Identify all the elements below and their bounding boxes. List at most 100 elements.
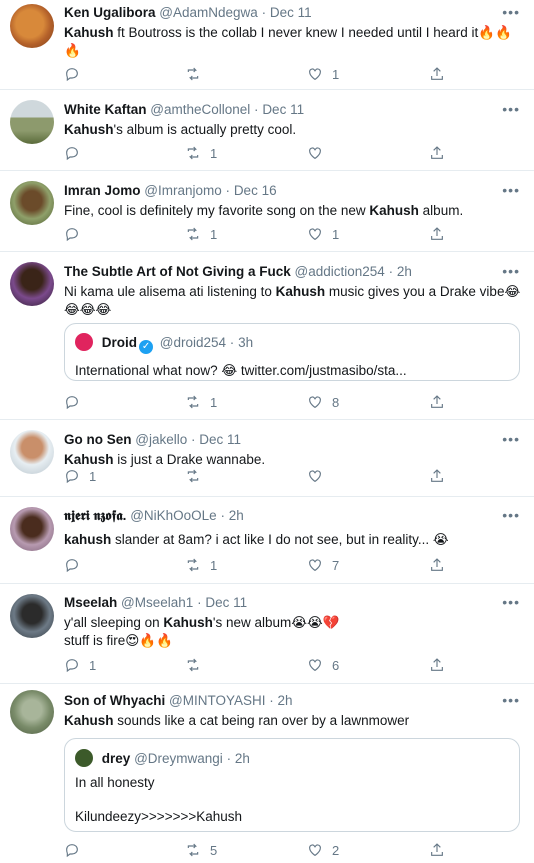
retweet-button[interactable]: 1 — [185, 145, 217, 161]
author-name[interactable]: Mseelah — [64, 595, 117, 610]
author-name[interactable]: White Kaftan — [64, 102, 147, 117]
more-icon[interactable]: ••• — [502, 182, 520, 198]
more-icon[interactable]: ••• — [502, 594, 520, 610]
timestamp[interactable]: 2h — [229, 508, 244, 523]
retweet-button[interactable] — [185, 468, 210, 484]
reply-button[interactable] — [64, 66, 89, 82]
tweet[interactable]: Mseelah @Mseelah1 · Dec 11 y'all sleepin… — [0, 584, 534, 684]
keyword[interactable]: Kahush — [369, 203, 419, 218]
timestamp[interactable]: Dec 11 — [199, 432, 241, 447]
like-button[interactable] — [307, 468, 332, 484]
author-handle[interactable]: @addiction254 — [295, 264, 385, 279]
reply-button[interactable] — [64, 145, 89, 161]
author-name[interactable]: Son of Whyachi — [64, 693, 165, 708]
share-button[interactable] — [429, 468, 445, 484]
share-button[interactable] — [429, 66, 445, 82]
keyword[interactable]: Kahush — [64, 452, 114, 467]
author-handle[interactable]: @Imranjomo — [144, 183, 221, 198]
author-handle[interactable]: @AdamNdegwa — [159, 5, 258, 20]
reply-button[interactable] — [64, 394, 89, 410]
keyword[interactable]: Kahush — [276, 284, 326, 299]
tweet-text: Ni kama ule alisema ati listening to Kah… — [64, 283, 522, 319]
more-icon[interactable]: ••• — [502, 263, 520, 279]
share-button[interactable] — [429, 657, 445, 673]
author-handle[interactable]: @amtheCollonel — [150, 102, 250, 117]
keyword[interactable]: Kahush — [64, 25, 114, 40]
timestamp[interactable]: 2h — [397, 264, 412, 279]
reply-button[interactable] — [64, 557, 89, 573]
timestamp[interactable]: Dec 11 — [205, 595, 247, 610]
tweet-text-part: music gives you a Drake vibe — [325, 284, 505, 299]
author-handle[interactable]: @NiKhOoOLe — [130, 508, 217, 523]
keyword[interactable]: Kahush — [64, 122, 114, 137]
author-handle[interactable]: @jakello — [135, 432, 187, 447]
reply-icon — [66, 844, 78, 858]
avatar[interactable] — [10, 690, 54, 734]
tweet[interactable]: Imran Jomo @Imranjomo · Dec 16 Fine, coo… — [0, 171, 534, 252]
tweet[interactable]: Go no Sen @jakello · Dec 11 Kahush is ju… — [0, 420, 534, 497]
more-icon[interactable]: ••• — [502, 4, 520, 20]
keyword[interactable]: Kahush — [163, 615, 213, 630]
like-button[interactable]: 7 — [307, 557, 339, 573]
separator-dot: · — [261, 5, 267, 20]
like-button[interactable] — [307, 145, 332, 161]
retweet-button[interactable]: 1 — [185, 394, 217, 410]
quoted-tweet[interactable]: drey @Dreymwangi · 2h In all honesty Kil… — [64, 738, 520, 832]
share-button[interactable] — [429, 557, 445, 573]
retweet-button[interactable]: 1 — [185, 226, 217, 242]
author-name[interactable]: Imran Jomo — [64, 183, 141, 198]
author-name[interactable]: 𝖓𝖏𝖊𝖗𝖎 𝖓𝖟𝖔𝖋𝖆. — [64, 508, 126, 523]
retweet-button[interactable]: 5 — [185, 842, 217, 858]
author-name[interactable]: Ken Ugalibora — [64, 5, 156, 20]
share-button[interactable] — [429, 842, 445, 858]
like-button[interactable]: 6 — [307, 657, 339, 673]
more-icon[interactable]: ••• — [502, 507, 520, 523]
like-icon — [309, 228, 321, 241]
more-icon[interactable]: ••• — [502, 692, 520, 708]
reply-button[interactable] — [64, 226, 89, 242]
timestamp[interactable]: Dec 16 — [234, 183, 277, 198]
avatar[interactable] — [10, 262, 54, 306]
author-handle[interactable]: @MINTOYASHI — [169, 693, 265, 708]
timestamp[interactable]: Dec 11 — [262, 102, 304, 117]
keyword[interactable]: kahush — [64, 532, 111, 547]
reply-button[interactable] — [64, 842, 89, 858]
share-button[interactable] — [429, 145, 445, 161]
like-button[interactable]: 1 — [307, 226, 339, 242]
author-handle[interactable]: @Mseelah1 — [121, 595, 193, 610]
avatar[interactable] — [10, 594, 54, 638]
timestamp[interactable]: Dec 11 — [270, 5, 312, 20]
avatar[interactable] — [10, 507, 54, 551]
share-button[interactable] — [429, 226, 445, 242]
reply-button[interactable]: 1 — [64, 657, 96, 673]
more-icon[interactable]: ••• — [502, 431, 520, 447]
author-name[interactable]: The Subtle Art of Not Giving a Fuck — [64, 264, 291, 279]
tweet[interactable]: White Kaftan @amtheCollonel · Dec 11 Kah… — [0, 90, 534, 171]
like-button[interactable]: 2 — [307, 842, 339, 858]
share-button[interactable] — [429, 394, 445, 410]
tweet[interactable]: Son of Whyachi @MINTOYASHI · 2h Kahush s… — [0, 684, 534, 863]
retweet-button[interactable] — [185, 657, 210, 673]
like-button[interactable]: 1 — [307, 66, 339, 82]
reply-icon — [66, 228, 78, 242]
retweet-button[interactable]: 1 — [185, 557, 217, 573]
retweet-count: 1 — [210, 557, 218, 573]
tweet[interactable]: Ken Ugalibora @AdamNdegwa · Dec 11 Kahus… — [0, 0, 534, 90]
avatar[interactable] — [10, 4, 54, 48]
author-name[interactable]: Go no Sen — [64, 432, 132, 447]
avatar[interactable] — [10, 100, 54, 144]
tweet[interactable]: 𝖓𝖏𝖊𝖗𝖎 𝖓𝖟𝖔𝖋𝖆. @NiKhOoOLe · 2h kahush slan… — [0, 497, 534, 584]
tweet-text-part: slander at 8am? i act like I do not see,… — [111, 532, 449, 547]
quoted-text: International what now? 😂 twitter.com/ju… — [75, 363, 407, 378]
avatar[interactable] — [10, 181, 54, 225]
share-icon — [431, 67, 443, 80]
like-button[interactable]: 8 — [307, 394, 339, 410]
more-icon[interactable]: ••• — [502, 101, 520, 117]
reply-button[interactable]: 1 — [64, 468, 96, 484]
timestamp[interactable]: 2h — [278, 693, 293, 708]
avatar[interactable] — [10, 430, 54, 474]
keyword[interactable]: Kahush — [64, 713, 114, 728]
tweet[interactable]: The Subtle Art of Not Giving a Fuck @add… — [0, 252, 534, 420]
retweet-button[interactable] — [185, 66, 210, 82]
quoted-tweet[interactable]: Droid ✓ @droid254 · 3h International what… — [64, 323, 520, 381]
